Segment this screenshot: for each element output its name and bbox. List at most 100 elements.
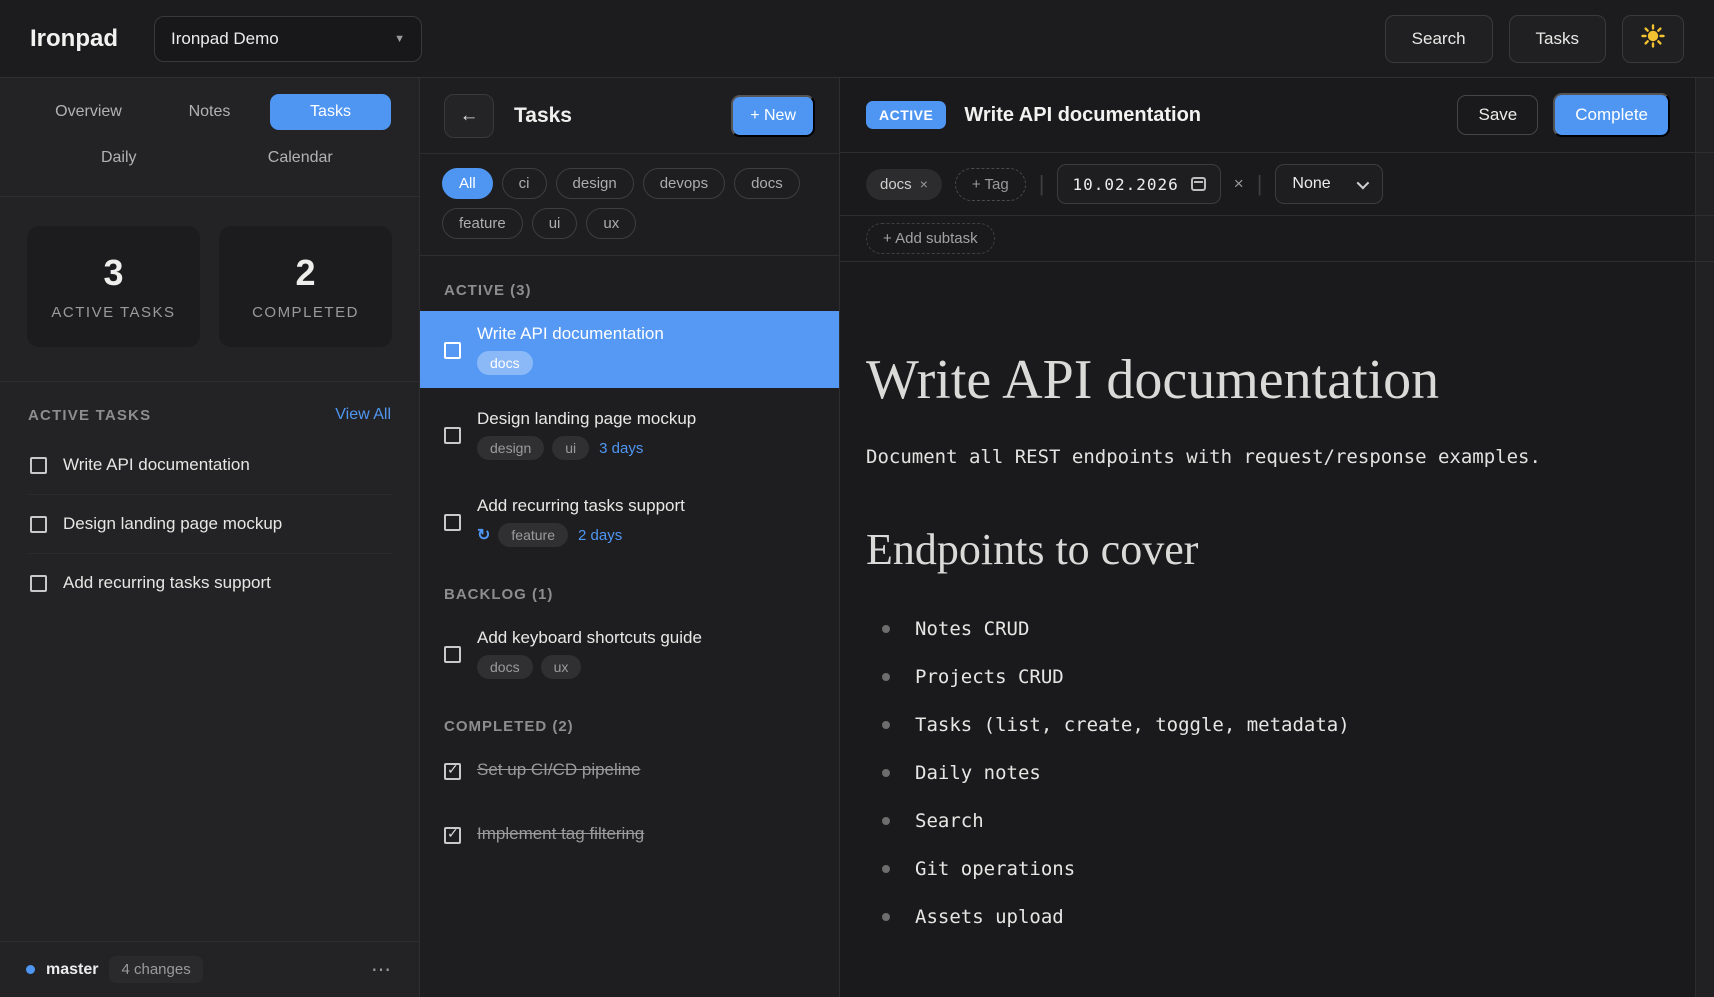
list-item: Daily notes [866, 749, 1666, 797]
stat-cards: 3 ACTIVE TASKS 2 COMPLETED [0, 197, 419, 347]
due-label: 2 days [578, 527, 622, 544]
divider: | [1039, 171, 1045, 197]
stat-card-active: 3 ACTIVE TASKS [27, 226, 200, 347]
tasks-panel-header: ← Tasks + New [420, 78, 839, 154]
recurrence-select[interactable]: None [1275, 164, 1382, 204]
bullet-icon [882, 769, 890, 777]
sidebar-tab-overview[interactable]: Overview [28, 94, 149, 130]
changes-badge: 4 changes [109, 956, 202, 983]
list-item: Tasks (list, create, toggle, metadata) [866, 701, 1666, 749]
task-row-completed[interactable]: Implement tag filtering [420, 811, 839, 857]
bullet-icon [882, 913, 890, 921]
checkbox-checked[interactable] [444, 827, 461, 844]
stat-label: ACTIVE TASKS [51, 304, 175, 321]
sidebar-tab-tasks[interactable]: Tasks [270, 94, 391, 130]
tasks-panel: ← Tasks + New All ci design devops docs … [420, 78, 840, 997]
calendar-icon[interactable] [1191, 177, 1206, 191]
ellipsis-icon[interactable]: ⋯ [371, 957, 393, 982]
topbar: Ironpad Ironpad Demo ▼ Search Tasks [0, 0, 1714, 78]
save-button[interactable]: Save [1457, 95, 1538, 135]
tag-badge: docs [477, 655, 533, 679]
active-tasks-section: ACTIVE TASKS View All Write API document… [0, 381, 419, 612]
back-arrow-icon: ← [460, 105, 479, 127]
branch-name: master [46, 961, 98, 979]
checkbox-checked[interactable] [444, 763, 461, 780]
checkbox-unchecked[interactable] [30, 516, 47, 533]
sidebar-task-item[interactable]: Write API documentation [28, 436, 391, 495]
view-all-link[interactable]: View All [335, 406, 391, 424]
content-intro: Document all REST endpoints with request… [866, 446, 1666, 468]
sidebar-task-item[interactable]: Design landing page mockup [28, 495, 391, 554]
new-task-button[interactable]: + New [731, 95, 815, 137]
recurrence-value: None [1292, 175, 1330, 193]
sidebar-tab-calendar[interactable]: Calendar [210, 140, 392, 176]
filter-pill-ui[interactable]: ui [532, 208, 578, 239]
filter-pill-docs[interactable]: docs [734, 168, 800, 199]
checkbox-unchecked[interactable] [30, 575, 47, 592]
content-bullet-list: Notes CRUD Projects CRUD Tasks (list, cr… [866, 605, 1666, 941]
tag-chip-docs[interactable]: docs × [866, 169, 942, 200]
back-button[interactable]: ← [444, 94, 494, 138]
task-row[interactable]: Design landing page mockup design ui 3 d… [420, 396, 839, 473]
content-heading: Write API documentation [866, 348, 1666, 412]
detail-meta-row: docs × + Tag | 10.02.2026 × | None [840, 153, 1714, 216]
list-item: Notes CRUD [866, 605, 1666, 653]
search-button[interactable]: Search [1385, 15, 1493, 63]
detail-content[interactable]: Write API documentation Document all RES… [840, 262, 1714, 941]
theme-toggle-button[interactable] [1622, 15, 1684, 63]
filter-pill-devops[interactable]: devops [643, 168, 725, 199]
active-tasks-title: ACTIVE TASKS [28, 407, 151, 424]
sun-icon [1641, 24, 1665, 53]
checkbox-unchecked[interactable] [30, 457, 47, 474]
dropdown-icon: ▼ [394, 33, 405, 45]
checkbox-unchecked[interactable] [444, 427, 461, 444]
stat-value: 3 [103, 252, 123, 294]
stat-label: COMPLETED [252, 304, 359, 321]
due-label: 3 days [599, 440, 643, 457]
filter-pill-all[interactable]: All [442, 168, 493, 199]
sidebar-tabs: Overview Notes Tasks Daily Calendar [0, 78, 419, 182]
complete-button[interactable]: Complete [1553, 93, 1670, 137]
filter-pill-design[interactable]: design [556, 168, 634, 199]
checkbox-unchecked[interactable] [444, 514, 461, 531]
project-select[interactable]: Ironpad Demo ▼ [154, 16, 422, 62]
divider: | [1257, 171, 1263, 197]
tasks-button[interactable]: Tasks [1509, 15, 1606, 63]
git-status-footer: master 4 changes ⋯ [0, 941, 419, 997]
bullet-icon [882, 625, 890, 633]
status-badge: ACTIVE [866, 101, 946, 129]
bullet-icon [882, 721, 890, 729]
tasks-panel-title: Tasks [514, 104, 731, 128]
add-tag-button[interactable]: + Tag [955, 168, 1026, 201]
detail-header: ACTIVE Write API documentation Save Comp… [840, 78, 1714, 153]
task-row[interactable]: Add recurring tasks support ↻ feature 2 … [420, 483, 839, 560]
list-item: Projects CRUD [866, 653, 1666, 701]
due-date-input[interactable]: 10.02.2026 [1057, 164, 1220, 204]
task-row-completed[interactable]: Set up CI/CD pipeline [420, 747, 839, 793]
clear-date-icon[interactable]: × [1234, 174, 1244, 194]
recurring-icon: ↻ [477, 525, 490, 545]
filter-pill-ci[interactable]: ci [502, 168, 547, 199]
app-root: Ironpad Ironpad Demo ▼ Search Tasks [0, 0, 1714, 997]
sidebar-task-item[interactable]: Add recurring tasks support [28, 554, 391, 612]
remove-tag-icon[interactable]: × [920, 176, 928, 192]
filter-pill-ux[interactable]: ux [586, 208, 636, 239]
tag-badge: feature [498, 523, 568, 547]
filter-pill-feature[interactable]: feature [442, 208, 523, 239]
task-row-selected[interactable]: Write API documentation docs [420, 311, 839, 388]
sidebar-tab-daily[interactable]: Daily [28, 140, 210, 176]
stat-card-completed: 2 COMPLETED [219, 226, 392, 347]
checkbox-unchecked[interactable] [444, 646, 461, 663]
project-select-value: Ironpad Demo [171, 29, 394, 49]
sidebar-tab-notes[interactable]: Notes [149, 94, 270, 130]
tag-badge: docs [477, 351, 533, 375]
task-row[interactable]: Add keyboard shortcuts guide docs ux [420, 615, 839, 692]
subtask-row: + Add subtask [840, 216, 1714, 262]
checkbox-unchecked[interactable] [444, 342, 461, 359]
app-logo: Ironpad [30, 25, 118, 53]
content-subheading: Endpoints to cover [866, 524, 1666, 575]
tag-filters: All ci design devops docs feature ui ux [420, 154, 839, 256]
chevron-down-icon [1356, 176, 1369, 189]
add-subtask-button[interactable]: + Add subtask [866, 223, 995, 254]
section-label-active: ACTIVE (3) [420, 256, 839, 311]
